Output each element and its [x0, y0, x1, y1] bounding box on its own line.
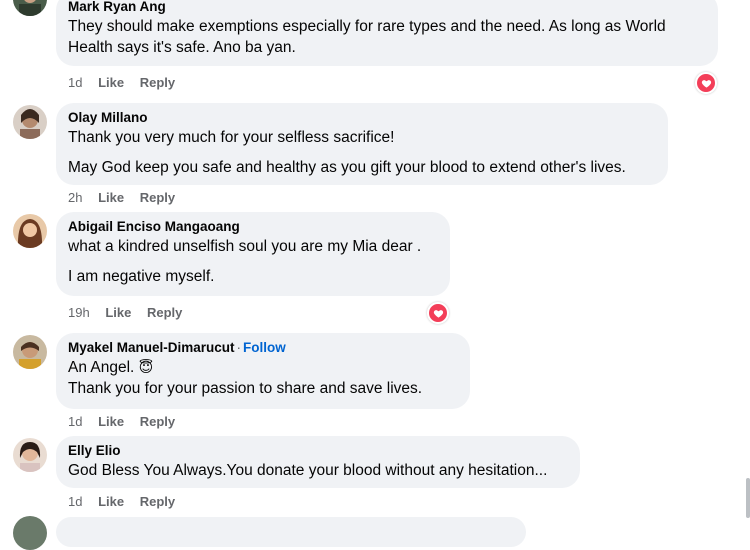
- next-comment-avatar[interactable]: [13, 516, 47, 550]
- comment-timestamp[interactable]: 1d: [68, 75, 82, 90]
- comment-actions: 19h Like Reply: [68, 305, 194, 321]
- angel-emoji-icon: 😇: [138, 359, 154, 375]
- comment-text: what a kindred unselfish soul you are my…: [68, 238, 422, 255]
- comment-timestamp[interactable]: 1d: [68, 414, 82, 429]
- reply-button[interactable]: Reply: [140, 190, 175, 205]
- commenter-name[interactable]: Abigail Enciso Mangaoang: [68, 218, 438, 236]
- comment-bubble: Myakel Manuel-Dimarucut · Follow An Angel.…: [56, 333, 470, 409]
- comment-bubble: Elly Elio God Bless You Always.You donat…: [56, 436, 580, 488]
- comment-actions: 1d Like Reply: [68, 414, 187, 430]
- like-button[interactable]: Like: [98, 494, 124, 509]
- comment-timestamp[interactable]: 2h: [68, 190, 82, 205]
- avatar[interactable]: [13, 0, 47, 16]
- avatar[interactable]: [13, 214, 47, 248]
- like-button[interactable]: Like: [98, 190, 124, 205]
- commenter-name[interactable]: Olay Millano: [68, 109, 656, 127]
- comment-text: God Bless You Always.You donate your blo…: [68, 462, 548, 479]
- reply-button[interactable]: Reply: [140, 494, 175, 509]
- follow-button[interactable]: Follow: [243, 340, 286, 355]
- comment-actions: 1d Like Reply: [68, 75, 187, 91]
- commenter-name[interactable]: Elly Elio: [68, 442, 568, 460]
- reply-button[interactable]: Reply: [140, 414, 175, 429]
- comment-text: I am negative myself.: [68, 268, 215, 285]
- comment-bubble: Abigail Enciso Mangaoang what a kindred …: [56, 212, 450, 296]
- like-button[interactable]: Like: [105, 305, 131, 320]
- comment-actions: 2h Like Reply: [68, 190, 187, 206]
- comment-text: Thank you for your passion to share and …: [68, 380, 423, 397]
- comment-actions: 1d Like Reply: [68, 494, 187, 510]
- comment-text: An Angel. 😇: [68, 359, 154, 376]
- comment-text: They should make exemptions especially f…: [68, 18, 666, 35]
- like-button[interactable]: Like: [98, 414, 124, 429]
- like-button[interactable]: Like: [98, 75, 124, 90]
- comment-bubble: Mark Ryan Ang They should make exemption…: [56, 0, 718, 66]
- scrollbar[interactable]: [746, 478, 750, 518]
- avatar[interactable]: [13, 105, 47, 139]
- reply-button[interactable]: Reply: [147, 305, 182, 320]
- commenter-name-link[interactable]: Myakel Manuel-Dimarucut: [68, 340, 235, 355]
- commenter-name: Myakel Manuel-Dimarucut · Follow: [68, 340, 286, 355]
- avatar[interactable]: [13, 438, 47, 472]
- comment-timestamp[interactable]: 19h: [68, 305, 90, 320]
- comment-bubble: Olay Millano Thank you very much for you…: [56, 103, 668, 185]
- comment-text: May God keep you safe and healthy as you…: [68, 159, 626, 176]
- comment-text: Health says it's safe. Ano ba yan.: [68, 39, 296, 56]
- commenter-name[interactable]: Mark Ryan Ang: [68, 0, 706, 16]
- comment-text: Thank you very much for your selfless sa…: [68, 129, 395, 146]
- avatar[interactable]: [13, 335, 47, 369]
- love-reaction-icon[interactable]: [427, 302, 449, 324]
- reply-button[interactable]: Reply: [140, 75, 175, 90]
- love-reaction-icon[interactable]: [695, 72, 717, 94]
- comment-timestamp[interactable]: 1d: [68, 494, 82, 509]
